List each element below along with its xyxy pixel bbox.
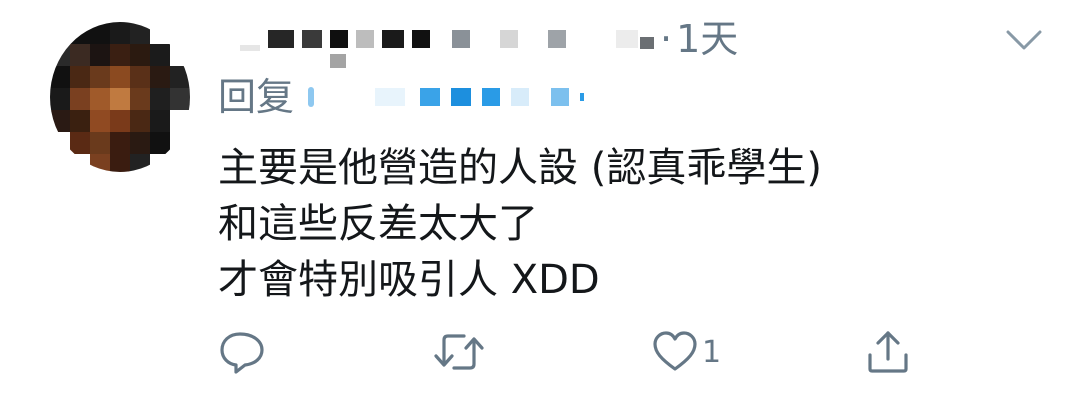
more-options-chevron-icon[interactable] [1004,26,1044,54]
retweet-icon [434,334,484,370]
share-button[interactable] [864,322,912,382]
time-ago: 1天 [676,17,739,61]
timestamp[interactable]: · 1天 [660,20,738,58]
tweet-card[interactable]: · 1天 回复 主要是他營造的人設 (認真乖學生) 和這些反差太大了 才會特別吸引… [0,0,1080,403]
retweet-button[interactable] [432,322,486,382]
time-separator: · [660,17,673,61]
like-count: 1 [702,334,722,370]
author-name-redacted[interactable] [240,19,654,59]
tweet-text-line: 才會特別吸引人 XDD [218,257,600,303]
tweet-text-line: 主要是他營造的人設 (認真乖學生) [218,145,822,191]
like-button[interactable]: 1 [652,322,721,382]
action-bar: 1 [218,322,938,382]
share-upload-icon [868,331,908,373]
author-mosaic-fragment [330,54,346,68]
heart-icon [653,331,697,371]
replying-to: 回复 [218,70,590,124]
tweet-text-line: 和這些反差太大了 [218,201,538,247]
tweet-text: 主要是他營造的人設 (認真乖學生) 和這些反差太大了 才會特別吸引人 XDD [218,140,1038,308]
avatar[interactable] [50,22,190,172]
reply-prefix: 回复 [218,75,295,119]
tweet-header: · 1天 [240,14,738,64]
reply-button[interactable] [218,322,266,382]
comment-bubble-icon [220,332,264,374]
reply-handle-redacted[interactable] [308,87,590,108]
